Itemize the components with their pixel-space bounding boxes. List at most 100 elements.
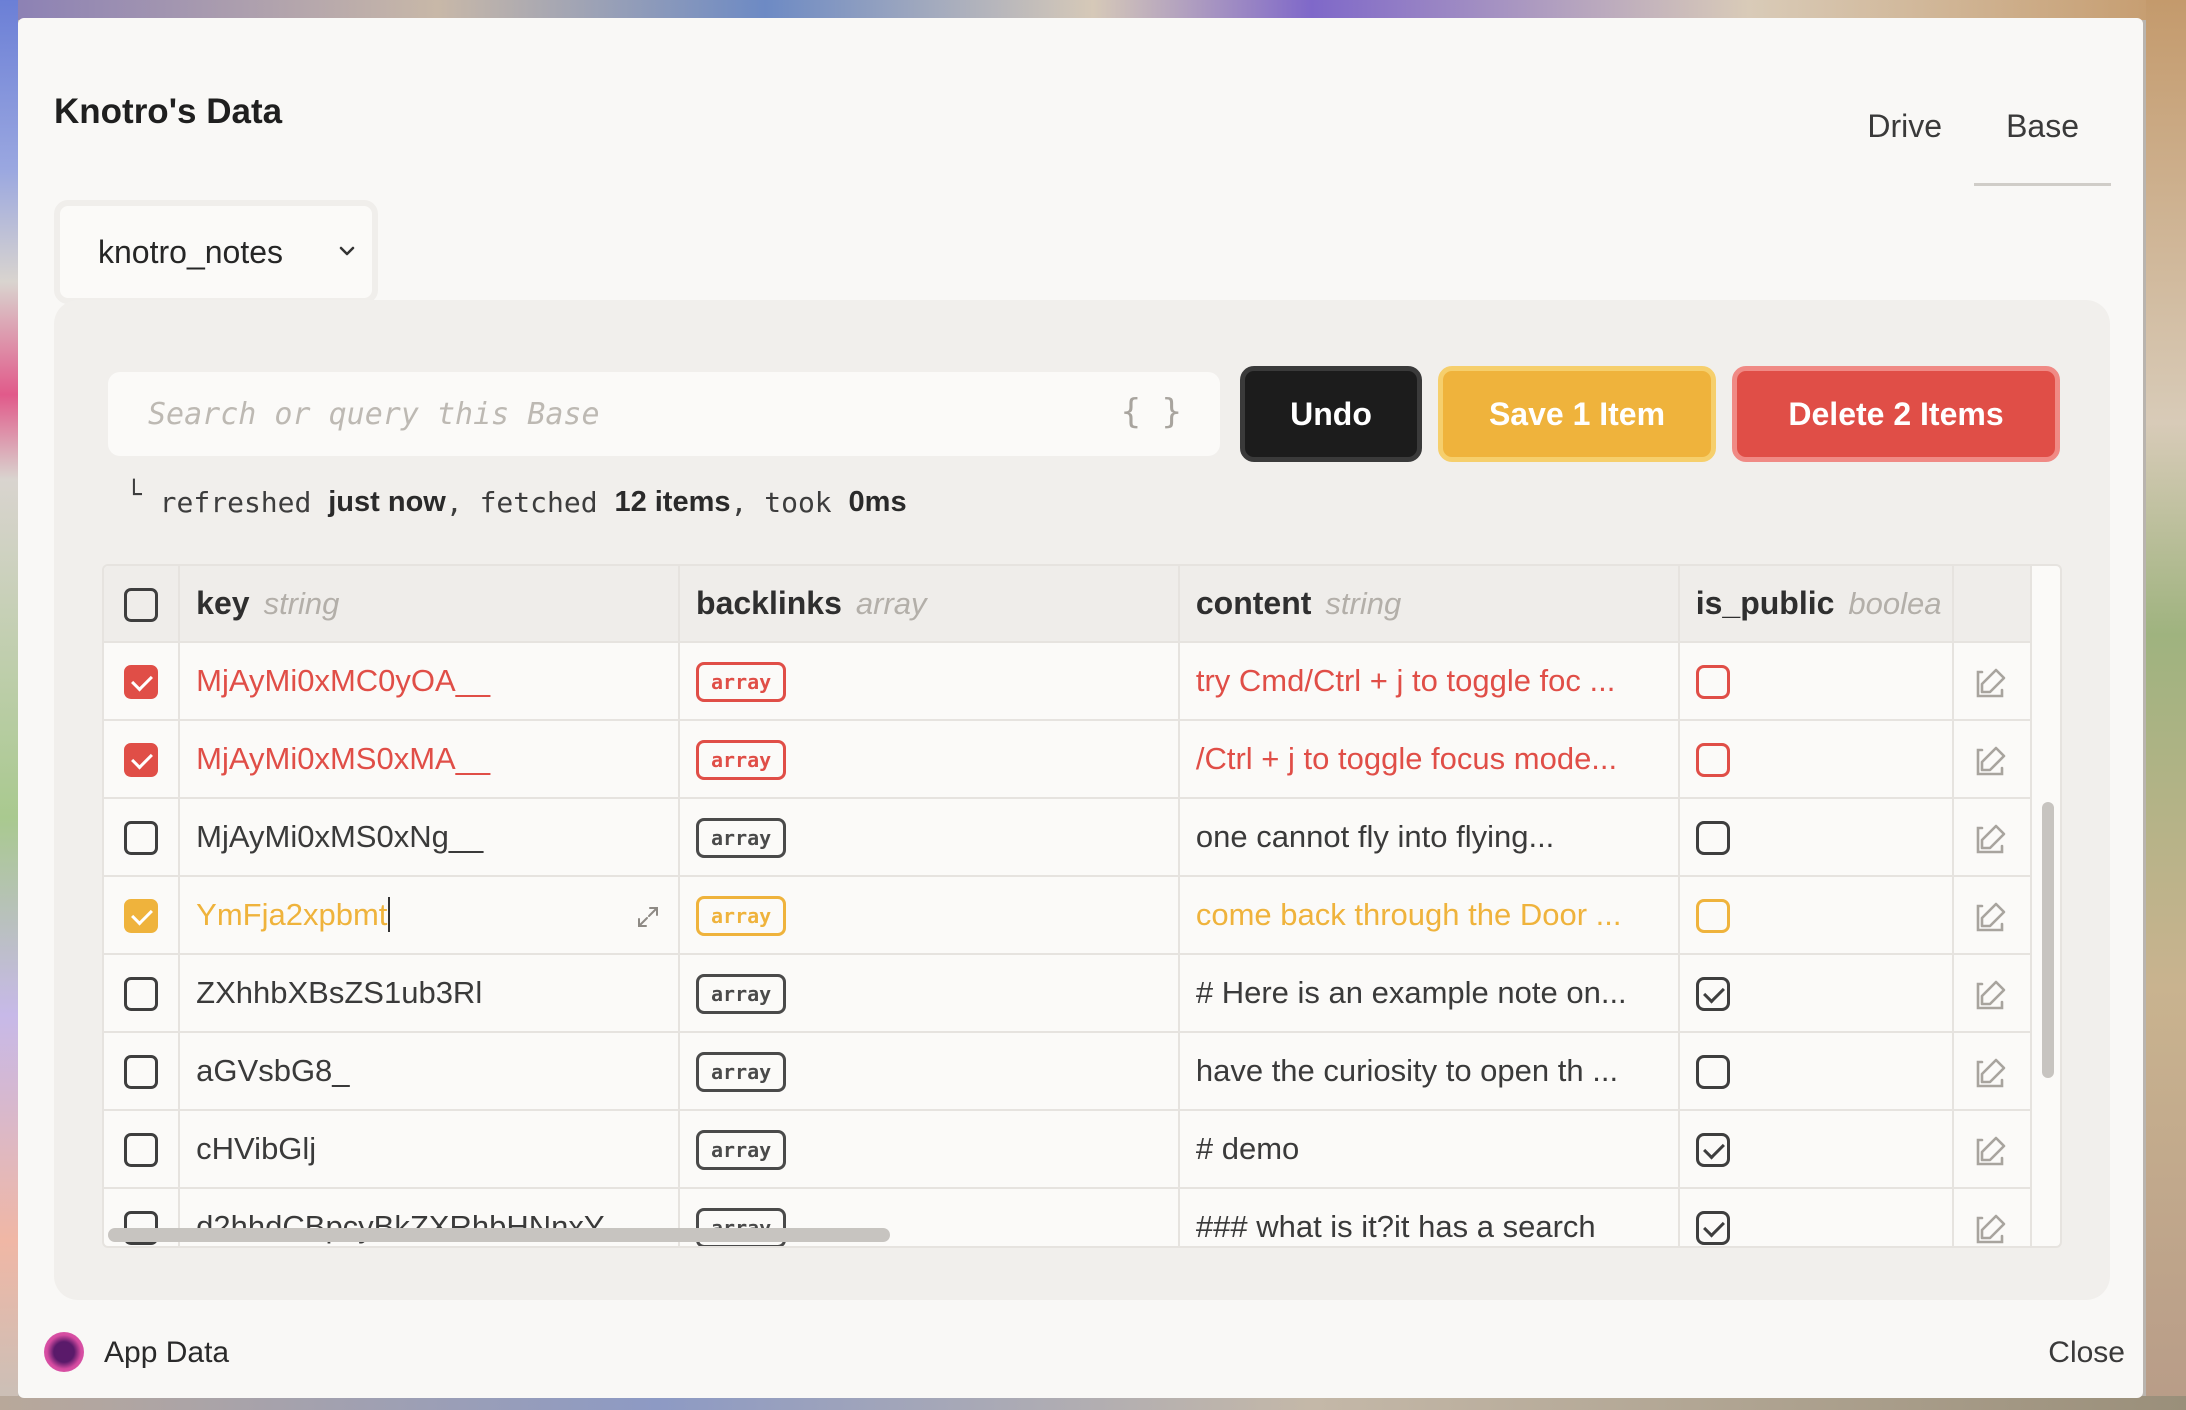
edit-icon[interactable] [1974, 974, 2010, 1010]
array-tag[interactable]: array [696, 817, 787, 858]
row-checkbox[interactable] [124, 665, 159, 700]
edit-icon[interactable] [1974, 818, 2010, 854]
search-input[interactable] [148, 392, 1128, 436]
is-public-checkbox[interactable] [1695, 977, 1730, 1012]
base-select[interactable]: knotro_notes [54, 200, 378, 304]
tab-base[interactable]: Base [1974, 86, 2111, 186]
row-checkbox[interactable] [124, 743, 159, 778]
cell-backlinks[interactable]: array [679, 876, 1180, 955]
edit-icon[interactable] [1974, 1052, 2010, 1088]
cell-key[interactable]: YmFja2xpbmt [179, 876, 681, 955]
cell-key[interactable]: MjAyMi0xMS0xMA__ [179, 720, 681, 799]
is-public-checkbox[interactable] [1695, 665, 1730, 700]
cell-is-public[interactable] [1678, 876, 1954, 955]
is-public-checkbox[interactable] [1695, 899, 1730, 934]
edit-icon[interactable] [1974, 662, 2010, 698]
table-row[interactable]: YmFja2xpbmt array come back through the Do… [104, 876, 2033, 955]
cell-content[interactable]: # Here is an example note on... [1178, 954, 1680, 1033]
row-checkbox[interactable] [124, 977, 159, 1012]
row-select-cell [104, 954, 181, 1033]
cell-backlinks[interactable]: array [679, 954, 1180, 1033]
desktop-background-right [2146, 0, 2186, 1410]
cell-content[interactable]: ### what is it?it has a search [1178, 1188, 1680, 1246]
array-tag[interactable]: array [696, 895, 787, 936]
undo-button[interactable]: Undo [1240, 366, 1422, 462]
array-tag[interactable]: array [696, 973, 787, 1014]
edit-icon[interactable] [1974, 740, 2010, 776]
cell-is-public[interactable] [1678, 1110, 1954, 1189]
cell-backlinks[interactable]: array [679, 720, 1180, 799]
array-tag[interactable]: array [696, 1129, 787, 1170]
status-fetched-label: fetched [479, 486, 598, 519]
query-braces-icon[interactable]: { } [1121, 392, 1182, 432]
save-button[interactable]: Save 1 Item [1438, 366, 1716, 462]
table-row[interactable]: ZXhhbXBsZS1ub3Rl array # Here is an exampl… [104, 954, 2033, 1033]
cell-is-public[interactable] [1678, 720, 1954, 799]
edit-icon[interactable] [1974, 896, 2010, 932]
base-panel: { } Undo Save 1 Item Delete 2 Items └ re… [54, 300, 2110, 1300]
cell-is-public[interactable] [1678, 798, 1954, 877]
is-public-checkbox[interactable] [1695, 821, 1730, 856]
cell-is-public[interactable] [1678, 1032, 1954, 1111]
is-public-checkbox[interactable] [1695, 1055, 1730, 1090]
select-all-checkbox[interactable] [124, 588, 159, 623]
cell-backlinks[interactable]: array [679, 1032, 1180, 1111]
is-public-checkbox[interactable] [1695, 1133, 1730, 1168]
column-header-is-public[interactable]: is_public boolea [1678, 566, 1954, 643]
cell-content[interactable]: one cannot fly into flying... [1178, 798, 1680, 877]
corner-arrow-icon: └ [126, 479, 142, 510]
cell-backlinks[interactable]: array [679, 642, 1180, 721]
row-select-cell [104, 1032, 181, 1111]
row-checkbox[interactable] [124, 1055, 159, 1090]
cell-key[interactable]: aGVsbG8_ [179, 1032, 681, 1111]
vertical-scrollbar[interactable] [2042, 802, 2054, 1078]
column-header-backlinks[interactable]: backlinks array [679, 566, 1180, 643]
row-checkbox[interactable] [124, 821, 159, 856]
delete-button[interactable]: Delete 2 Items [1732, 366, 2060, 462]
table-row[interactable]: MjAyMi0xMC0yOA__ array try Cmd/Ctrl + j to… [104, 642, 2033, 721]
column-header-content[interactable]: content string [1178, 566, 1680, 643]
data-table: key string backlinks array content string i… [102, 564, 2062, 1248]
column-header-key[interactable]: key string [179, 566, 681, 643]
cell-backlinks[interactable]: array [679, 1110, 1180, 1189]
cell-content[interactable]: # demo [1178, 1110, 1680, 1189]
cell-backlinks[interactable]: array [679, 798, 1180, 877]
cell-is-public[interactable] [1678, 1188, 1954, 1246]
is-public-checkbox[interactable] [1695, 1211, 1730, 1246]
cell-content[interactable]: try Cmd/Ctrl + j to toggle foc ... [1178, 642, 1680, 721]
status-when: just now [328, 486, 446, 518]
column-header-actions [1952, 566, 2033, 643]
key-value: ZXhhbXBsZS1ub3Rl [196, 975, 483, 1010]
table-row[interactable]: cHVibGlj array # demo [104, 1110, 2033, 1189]
content-value: have the curiosity to open th ... [1195, 1053, 1619, 1088]
array-tag[interactable]: array [696, 1051, 787, 1092]
edit-icon[interactable] [1974, 1130, 2010, 1166]
close-button[interactable]: Close [2048, 1336, 2125, 1370]
array-tag[interactable]: array [696, 661, 787, 702]
cell-is-public[interactable] [1678, 642, 1954, 721]
cell-key[interactable]: MjAyMi0xMC0yOA__ [179, 642, 681, 721]
array-tag[interactable]: array [696, 739, 787, 780]
tab-drive[interactable]: Drive [1835, 86, 1974, 186]
edit-icon[interactable] [1974, 1208, 2010, 1244]
footer-app-label: App Data [104, 1336, 230, 1369]
row-checkbox[interactable] [124, 1133, 159, 1168]
expand-icon[interactable] [636, 901, 660, 927]
key-value: cHVibGlj [196, 1131, 317, 1166]
content-value: /Ctrl + j to toggle focus mode... [1195, 741, 1618, 776]
table-row[interactable]: aGVsbG8_ array have the curiosity to open … [104, 1032, 2033, 1111]
cell-content[interactable]: /Ctrl + j to toggle focus mode... [1178, 720, 1680, 799]
table-row[interactable]: MjAyMi0xMS0xMA__ array/Ctrl + j to toggle… [104, 720, 2033, 799]
cell-key[interactable]: cHVibGlj [179, 1110, 681, 1189]
table-row[interactable]: MjAyMi0xMS0xNg__ array one cannot fly into… [104, 798, 2033, 877]
row-checkbox[interactable] [124, 899, 159, 934]
cell-key[interactable]: MjAyMi0xMS0xNg__ [179, 798, 681, 877]
cell-key[interactable]: ZXhhbXBsZS1ub3Rl [179, 954, 681, 1033]
is-public-checkbox[interactable] [1695, 743, 1730, 778]
cell-is-public[interactable] [1678, 954, 1954, 1033]
cell-content[interactable]: have the curiosity to open th ... [1178, 1032, 1680, 1111]
cell-edit [1952, 1110, 2033, 1189]
cell-content[interactable]: come back through the Door ... [1178, 876, 1680, 955]
search-box: { } [108, 372, 1220, 456]
horizontal-scrollbar[interactable] [108, 1228, 890, 1242]
